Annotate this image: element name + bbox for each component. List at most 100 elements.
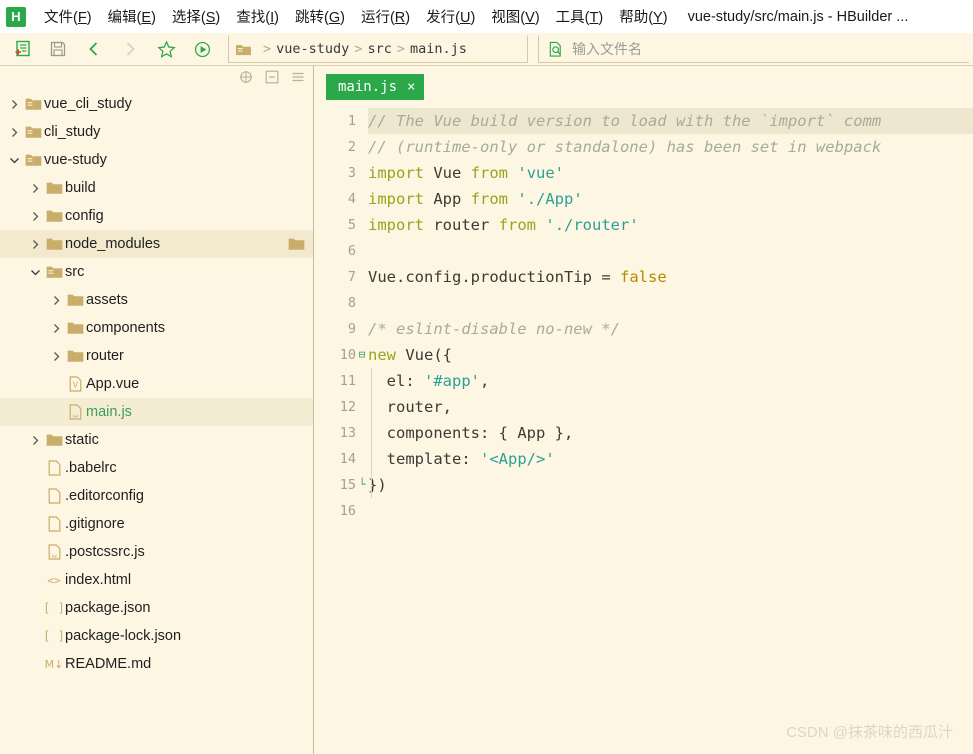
code-line[interactable]: new Vue({ [368, 342, 973, 368]
breadcrumb-separator-0: > [263, 41, 272, 57]
tree-item-app-vue[interactable]: V App.vue [0, 370, 313, 398]
line-number: 14 [339, 451, 356, 467]
tree-item-static[interactable]: static [0, 426, 313, 454]
fold-toggle-icon[interactable]: └ [356, 472, 368, 498]
breadcrumb-item-2[interactable]: main.js [410, 41, 467, 57]
tree-item-editorconfig[interactable]: .editorconfig [0, 482, 313, 510]
save-icon[interactable] [40, 35, 76, 63]
code-line[interactable]: }) [368, 472, 973, 498]
tree-item-package-lock-json[interactable]: [ ] package-lock.json [0, 622, 313, 650]
tree-item-config[interactable]: config [0, 202, 313, 230]
breadcrumb-item-0[interactable]: vue-study [276, 41, 349, 57]
fold-gutter[interactable]: ⊟ └ [356, 108, 368, 754]
star-icon[interactable] [148, 35, 184, 63]
editor-tab-main-js[interactable]: main.js × [326, 74, 425, 100]
folder-icon [43, 181, 65, 195]
code-line[interactable]: import Vue from 'vue' [368, 160, 973, 186]
menu-item-e[interactable]: 编辑(E) [100, 3, 164, 30]
folder-icon[interactable] [288, 237, 305, 251]
collapse-panel-icon[interactable] [265, 70, 279, 84]
folder-open-icon [22, 125, 44, 139]
tree-item-babelrc[interactable]: .babelrc [0, 454, 313, 482]
back-icon[interactable] [76, 35, 112, 63]
menu-item-r[interactable]: 运行(R) [353, 3, 418, 30]
new-file-icon[interactable] [4, 35, 40, 63]
chevron-down-icon[interactable] [27, 268, 43, 277]
chevron-right-icon[interactable] [48, 323, 64, 334]
tree-item-assets[interactable]: assets [0, 286, 313, 314]
fold-toggle-icon[interactable]: ⊟ [356, 342, 368, 368]
tree-item-cli-study[interactable]: cli_study [0, 118, 313, 146]
code-line[interactable] [368, 498, 973, 524]
editor-tab-bar: main.js × [314, 66, 973, 102]
token-kw: import [368, 216, 424, 234]
menu-item-v[interactable]: 视图(V) [483, 3, 547, 30]
chevron-right-icon[interactable] [6, 127, 22, 138]
menu-item-y[interactable]: 帮助(Y) [611, 3, 675, 30]
code-line[interactable]: import router from './router' [368, 212, 973, 238]
chevron-right-icon[interactable] [27, 435, 43, 446]
menu-item-f[interactable]: 文件(F) [36, 3, 100, 30]
menu-item-s[interactable]: 选择(S) [164, 3, 228, 30]
tree-item-label: node_modules [65, 236, 161, 252]
token-id: template [368, 450, 462, 468]
code-line[interactable]: // The Vue build version to load with th… [368, 108, 973, 134]
chevron-right-icon[interactable] [48, 295, 64, 306]
tree-item-vue-study[interactable]: vue-study [0, 146, 313, 174]
toolbar: > vue-study > src > main.js 输入文件名 [0, 33, 973, 66]
token-str: 'vue' [517, 164, 565, 182]
code-lines[interactable]: // The Vue build version to load with th… [368, 108, 973, 754]
breadcrumb[interactable]: > vue-study > src > main.js [228, 35, 528, 63]
chevron-right-icon[interactable] [27, 239, 43, 250]
tree-item-index-html[interactable]: <> index.html [0, 566, 313, 594]
tree-item-main-js[interactable]: ␣ main.js [0, 398, 313, 426]
code-area[interactable]: 1 2 3 4 5 6 7 8 9 10 11 12 13 14 15 16 ⊟ └ // The Vue b… [314, 102, 973, 754]
token-id: router [368, 398, 443, 416]
tree-item-label: vue-study [44, 152, 107, 168]
file-search-box[interactable]: 输入文件名 [538, 35, 969, 63]
code-line[interactable] [368, 238, 973, 264]
chevron-right-icon[interactable] [27, 211, 43, 222]
tree-item-build[interactable]: build [0, 174, 313, 202]
chevron-down-icon[interactable] [6, 156, 22, 165]
code-line[interactable]: Vue.config.productionTip = false [368, 264, 973, 290]
tree-item-vue-cli-study[interactable]: vue_cli_study [0, 90, 313, 118]
tree-item-package-json[interactable]: [ ] package.json [0, 594, 313, 622]
menu-item-t[interactable]: 工具(T) [548, 3, 612, 30]
menu-item-u[interactable]: 发行(U) [418, 3, 483, 30]
menu-item-g[interactable]: 跳转(G) [287, 3, 353, 30]
token-str: '<App/>' [480, 450, 555, 468]
code-line[interactable]: components: { App }, [368, 420, 973, 446]
run-icon[interactable] [184, 35, 220, 63]
token-id: Vue.config.productionTip [368, 268, 592, 286]
code-line[interactable]: // (runtime-only or standalone) has been… [368, 134, 973, 160]
chevron-right-icon[interactable] [27, 183, 43, 194]
code-line[interactable]: /* eslint-disable no-new */ [368, 316, 973, 342]
tree-item-node-modules[interactable]: node_modules [0, 230, 313, 258]
tree-item-router[interactable]: router [0, 342, 313, 370]
code-line[interactable]: template: '<App/>' [368, 446, 973, 472]
menu-item-i[interactable]: 查找(I) [228, 3, 287, 30]
code-line[interactable]: el: '#app', [368, 368, 973, 394]
code-line[interactable] [368, 290, 973, 316]
close-icon[interactable]: × [407, 79, 415, 95]
tree-item-postcssrc-js[interactable]: ␣ .postcssrc.js [0, 538, 313, 566]
code-line[interactable]: router, [368, 394, 973, 420]
tree-item-components[interactable]: components [0, 314, 313, 342]
target-icon[interactable] [239, 70, 253, 84]
tree-item-label: src [65, 264, 85, 280]
chevron-right-icon[interactable] [6, 99, 22, 110]
file-tree[interactable]: vue_cli_study cli_study vue-study build conf… [0, 88, 313, 754]
tree-item-label: router [86, 348, 124, 364]
tree-item-src[interactable]: src [0, 258, 313, 286]
menu-icon[interactable] [291, 70, 305, 84]
tree-item-gitignore[interactable]: .gitignore [0, 510, 313, 538]
code-line[interactable]: import App from './App' [368, 186, 973, 212]
chevron-right-icon[interactable] [48, 351, 64, 362]
tree-item-readme-md[interactable]: M↓ README.md [0, 650, 313, 678]
breadcrumb-item-1[interactable]: src [367, 41, 391, 57]
md-file-icon: M↓ [43, 656, 65, 672]
